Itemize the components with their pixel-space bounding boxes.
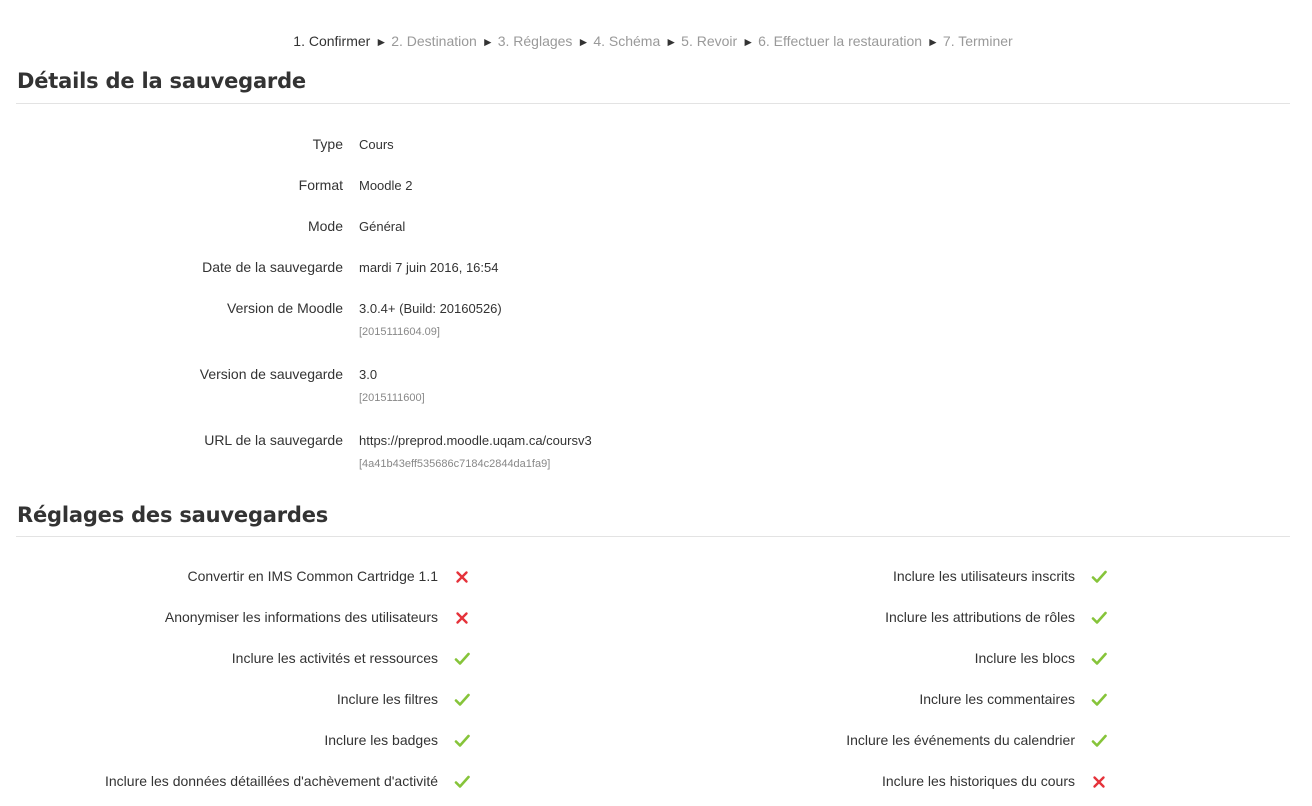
step-separator-icon: ► <box>665 35 678 49</box>
divider <box>16 103 1290 104</box>
detail-row: Date de la sauvegarde mardi 7 juin 2016, … <box>0 258 900 298</box>
setting-label: Inclure les commentaires <box>919 691 1075 707</box>
backup-details-heading: Détails de la sauvegarde <box>17 69 306 93</box>
detail-row: Format Moodle 2 <box>0 176 900 216</box>
detail-value: mardi 7 juin 2016, 16:54 <box>359 260 499 275</box>
detail-value: Moodle 2 <box>359 178 413 193</box>
setting-row: Inclure les événements du calendrier <box>0 731 1312 753</box>
detail-row: Version de Moodle 3.0.4+ (Build: 20160526… <box>0 299 900 339</box>
divider <box>16 536 1290 537</box>
restore-steps-progress: 1. Confirmer ► 2. Destination ► 3. Réglages ►… <box>0 32 1306 51</box>
setting-row: Inclure les utilisateurs inscrits <box>0 567 1312 589</box>
detail-label: URL de la sauvegarde <box>204 432 343 448</box>
setting-label: Inclure les attributions de rôles <box>885 609 1075 625</box>
detail-row: Mode Général <box>0 217 900 257</box>
step-separator-icon: ► <box>481 35 494 49</box>
check-icon <box>1091 610 1107 626</box>
step: 5. Revoir <box>681 33 738 49</box>
detail-row: URL de la sauvegarde https://preprod.mood… <box>0 431 900 471</box>
step: 6. Effectuer la restauration <box>758 33 923 49</box>
step: 2. Destination <box>391 33 477 49</box>
detail-subvalue: [2015111604.09] <box>359 326 440 338</box>
detail-label: Version de sauvegarde <box>199 366 343 382</box>
step-separator-icon: ► <box>577 35 590 49</box>
check-icon <box>1091 651 1107 667</box>
setting-row: Inclure les commentaires <box>0 690 1312 712</box>
step-separator-icon: ► <box>927 35 939 49</box>
detail-row: Type Cours <box>0 135 900 175</box>
setting-label: Inclure les utilisateurs inscrits <box>892 568 1075 584</box>
step-current: 1. Confirmer <box>293 33 371 49</box>
setting-row: Inclure les blocs <box>0 649 1312 671</box>
detail-value: 3.0.4+ (Build: 20160526) <box>359 301 502 316</box>
check-icon <box>1091 733 1107 749</box>
restore-page: 1. Confirmer ► 2. Destination ► 3. Réglages ►… <box>0 0 1312 806</box>
step-separator-icon: ► <box>375 35 388 49</box>
setting-row: Inclure les historiques du cours <box>0 772 1312 794</box>
detail-subvalue: [4a41b43eff535686c7184c2844da1fa9] <box>359 458 551 470</box>
check-icon <box>1091 692 1107 708</box>
setting-label: Inclure les événements du calendrier <box>846 732 1075 748</box>
step-separator-icon: ► <box>742 35 755 49</box>
detail-value: Cours <box>359 137 394 152</box>
detail-label: Mode <box>307 218 343 234</box>
step: 4. Schéma <box>593 33 661 49</box>
detail-row: Version de sauvegarde 3.0 [2015111600] <box>0 365 900 405</box>
detail-label: Type <box>312 136 343 152</box>
setting-label: Inclure les historiques du cours <box>882 773 1075 789</box>
detail-label: Format <box>298 177 343 193</box>
detail-label: Version de Moodle <box>227 300 343 316</box>
detail-value: https://preprod.moodle.uqam.ca/coursv3 <box>359 433 592 448</box>
detail-subvalue: [2015111600] <box>359 392 425 404</box>
backup-settings-heading: Réglages des sauvegardes <box>17 503 329 527</box>
check-icon <box>1091 569 1107 585</box>
setting-row: Inclure les attributions de rôles <box>0 608 1312 630</box>
detail-label: Date de la sauvegarde <box>202 259 343 275</box>
cross-icon <box>1091 774 1107 790</box>
step: 3. Réglages <box>497 33 573 49</box>
detail-value: 3.0 <box>359 367 378 382</box>
setting-label: Inclure les blocs <box>974 650 1075 666</box>
step: 7. Terminer <box>942 33 1013 49</box>
detail-value: Général <box>359 219 406 234</box>
